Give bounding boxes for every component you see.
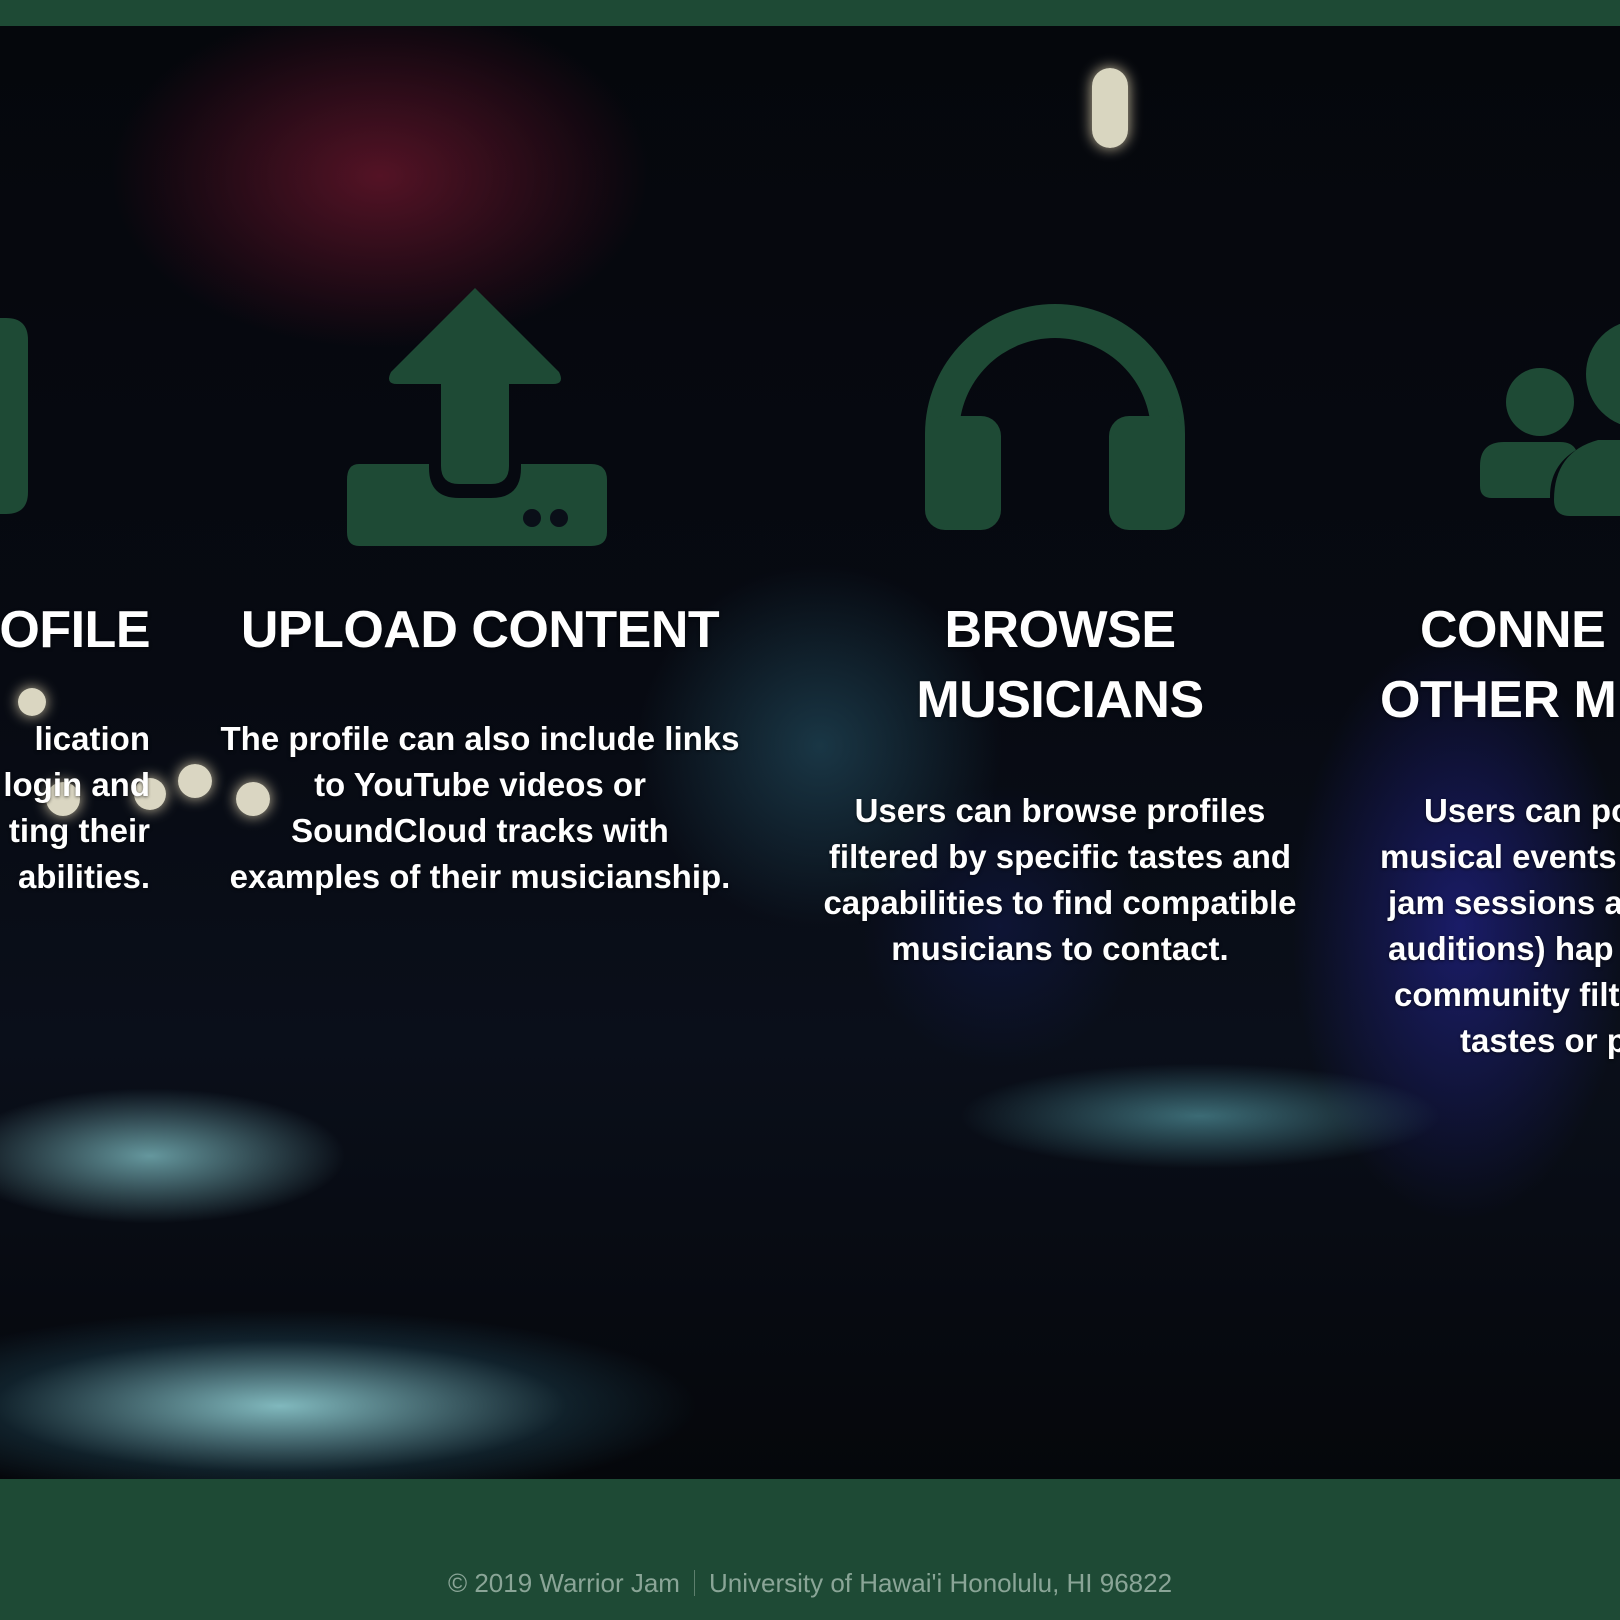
feature-description-line: examples of their musicianship. xyxy=(229,858,731,895)
feature-description-line: abilities. xyxy=(17,858,150,895)
bokeh-light xyxy=(18,688,46,716)
feature-description-line: jam sessions ar xyxy=(1388,884,1620,921)
feature-description-line: capabilities to find compatible xyxy=(823,884,1297,921)
feature-description-line: ting their xyxy=(8,812,150,849)
feature-create-profile-description: lication login and ting their abilities. xyxy=(0,716,150,900)
footer-text: © 2019 Warrior Jam University of Hawai'i … xyxy=(0,1565,1620,1601)
feature-description-line: login and xyxy=(3,766,150,803)
top-bar xyxy=(0,0,1620,26)
feature-create-profile: OFILE xyxy=(0,595,151,665)
profile-icon xyxy=(0,318,28,514)
feature-connect-musicians-description: Users can po musical events jam sessions… xyxy=(1380,788,1620,1064)
feature-description-line: filtered by specific tastes and xyxy=(828,838,1292,875)
feature-description-line: musicians to contact. xyxy=(891,930,1229,967)
feature-description-line: lication xyxy=(34,720,150,757)
bokeh-light xyxy=(1092,68,1128,148)
feature-browse-musicians: BROWSE MUSICIANS xyxy=(790,595,1330,735)
feature-description-line: tastes or p xyxy=(1460,1022,1620,1059)
feature-title-line: MUSICIANS xyxy=(916,671,1204,729)
feature-description-line: auditions) hap xyxy=(1388,930,1614,967)
feature-title: UPLOAD CONTENT xyxy=(240,601,720,659)
feature-browse-musicians-description: Users can browse profiles filtered by sp… xyxy=(790,788,1330,972)
feature-description-line: musical events xyxy=(1380,838,1617,875)
feature-title: OFILE xyxy=(0,601,151,659)
feature-title-line: OTHER M xyxy=(1380,671,1617,729)
feature-description-line: Users can po xyxy=(1424,792,1620,829)
feature-description-line: to YouTube videos or xyxy=(314,766,646,803)
feature-title-line: BROWSE xyxy=(944,601,1177,659)
feature-upload-content: UPLOAD CONTENT xyxy=(200,595,760,665)
feature-description-line: Users can browse profiles xyxy=(854,792,1266,829)
headphones-icon xyxy=(925,304,1185,530)
feature-description-line: The profile can also include links xyxy=(220,720,740,757)
feature-title-line: CONNE xyxy=(1420,601,1606,659)
feature-upload-content-description: The profile can also include links to Yo… xyxy=(200,716,760,900)
feature-connect-musicians: CONNE OTHER M xyxy=(1380,595,1620,735)
feature-description-line: SoundCloud tracks with xyxy=(291,812,669,849)
upload-icon xyxy=(347,288,607,546)
feature-description-line: community filt xyxy=(1394,976,1620,1013)
footer-copyright: © 2019 Warrior Jam xyxy=(447,1568,680,1598)
users-icon xyxy=(1480,323,1620,516)
footer-divider xyxy=(693,1570,695,1596)
footer-address: University of Hawai'i Honolulu, HI 96822 xyxy=(708,1568,1173,1598)
